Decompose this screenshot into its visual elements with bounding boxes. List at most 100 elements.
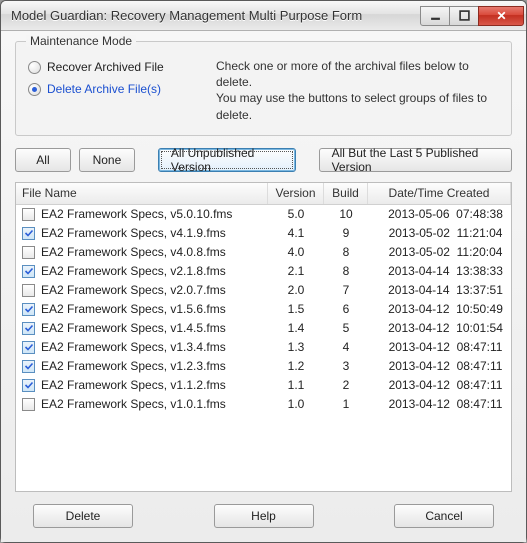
table-row[interactable]: EA2 Framework Specs, v2.1.8.fms 2.182013-… <box>16 262 511 281</box>
cell-build: 8 <box>324 264 368 278</box>
row-checkbox[interactable] <box>22 284 35 297</box>
row-checkbox[interactable] <box>22 398 35 411</box>
footer-buttons: Delete Help Cancel <box>15 504 512 528</box>
cell-version: 1.3 <box>268 340 324 354</box>
row-checkbox[interactable] <box>22 246 35 259</box>
row-checkbox[interactable] <box>22 322 35 335</box>
close-button[interactable] <box>478 6 524 26</box>
radio-label: Recover Archived File <box>47 60 164 74</box>
cell-filename: EA2 Framework Specs, v2.1.8.fms <box>41 264 226 278</box>
radio-label: Delete Archive File(s) <box>47 82 161 96</box>
window-title: Model Guardian: Recovery Management Mult… <box>11 8 421 23</box>
titlebar[interactable]: Model Guardian: Recovery Management Mult… <box>1 1 526 31</box>
table-row[interactable]: EA2 Framework Specs, v4.0.8.fms 4.082013-… <box>16 243 511 262</box>
cell-build: 3 <box>324 359 368 373</box>
client-area: Maintenance Mode Recover Archived File D… <box>1 31 526 542</box>
cancel-button[interactable]: Cancel <box>394 504 494 528</box>
instructions-line: Check one or more of the archival files … <box>216 58 499 90</box>
radio-group: Recover Archived File Delete Archive Fil… <box>28 56 198 123</box>
table-row[interactable]: EA2 Framework Specs, v1.5.6.fms 1.562013-… <box>16 300 511 319</box>
delete-button[interactable]: Delete <box>33 504 133 528</box>
radio-icon <box>28 83 41 96</box>
all-but-last5-button[interactable]: All But the Last 5 Published Version <box>319 148 512 172</box>
cell-build: 6 <box>324 302 368 316</box>
window-controls <box>421 6 524 26</box>
cell-datetime: 2013-04-12 10:50:49 <box>368 302 511 316</box>
file-table: File Name Version Build Date/Time Create… <box>15 182 512 492</box>
cell-datetime: 2013-05-06 07:48:38 <box>368 207 511 221</box>
row-checkbox[interactable] <box>22 360 35 373</box>
table-row[interactable]: EA2 Framework Specs, v1.3.4.fms 1.342013-… <box>16 338 511 357</box>
cell-version: 1.1 <box>268 378 324 392</box>
col-header-filename[interactable]: File Name <box>16 183 268 204</box>
cell-build: 1 <box>324 397 368 411</box>
row-checkbox[interactable] <box>22 379 35 392</box>
cell-datetime: 2013-04-12 08:47:11 <box>368 340 511 354</box>
cell-filename: EA2 Framework Specs, v1.1.2.fms <box>41 378 226 392</box>
col-header-build[interactable]: Build <box>324 183 368 204</box>
cell-build: 8 <box>324 245 368 259</box>
table-row[interactable]: EA2 Framework Specs, v5.0.10.fms 5.010201… <box>16 205 511 224</box>
all-button[interactable]: All <box>15 148 71 172</box>
cell-version: 1.0 <box>268 397 324 411</box>
cell-datetime: 2013-05-02 11:21:04 <box>368 226 511 240</box>
cell-datetime: 2013-04-14 13:38:33 <box>368 264 511 278</box>
none-button[interactable]: None <box>79 148 135 172</box>
row-checkbox[interactable] <box>22 208 35 221</box>
cell-filename: EA2 Framework Specs, v1.2.3.fms <box>41 359 226 373</box>
radio-recover-archived[interactable]: Recover Archived File <box>28 60 198 74</box>
cell-build: 7 <box>324 283 368 297</box>
cell-version: 1.5 <box>268 302 324 316</box>
cell-filename: EA2 Framework Specs, v1.3.4.fms <box>41 340 226 354</box>
window: Model Guardian: Recovery Management Mult… <box>0 0 527 543</box>
all-unpublished-button[interactable]: All Unpublished Version <box>158 148 296 172</box>
filter-button-row: All None All Unpublished Version All But… <box>15 148 512 172</box>
col-header-version[interactable]: Version <box>268 183 324 204</box>
cell-datetime: 2013-04-12 10:01:54 <box>368 321 511 335</box>
maximize-icon <box>459 10 470 21</box>
maximize-button[interactable] <box>449 6 479 26</box>
group-legend: Maintenance Mode <box>26 34 136 48</box>
cell-datetime: 2013-05-02 11:20:04 <box>368 245 511 259</box>
help-button[interactable]: Help <box>214 504 314 528</box>
cell-datetime: 2013-04-12 08:47:11 <box>368 397 511 411</box>
cell-version: 1.4 <box>268 321 324 335</box>
close-icon <box>496 10 507 21</box>
cell-datetime: 2013-04-12 08:47:11 <box>368 378 511 392</box>
cell-version: 4.0 <box>268 245 324 259</box>
row-checkbox[interactable] <box>22 227 35 240</box>
cell-filename: EA2 Framework Specs, v1.0.1.fms <box>41 397 226 411</box>
cell-filename: EA2 Framework Specs, v4.1.9.fms <box>41 226 226 240</box>
cell-datetime: 2013-04-14 13:37:51 <box>368 283 511 297</box>
table-row[interactable]: EA2 Framework Specs, v4.1.9.fms 4.192013-… <box>16 224 511 243</box>
cell-datetime: 2013-04-12 08:47:11 <box>368 359 511 373</box>
col-header-datetime[interactable]: Date/Time Created <box>368 183 511 204</box>
cell-filename: EA2 Framework Specs, v5.0.10.fms <box>41 207 232 221</box>
table-row[interactable]: EA2 Framework Specs, v1.2.3.fms 1.232013-… <box>16 357 511 376</box>
row-checkbox[interactable] <box>22 265 35 278</box>
cell-version: 1.2 <box>268 359 324 373</box>
row-checkbox[interactable] <box>22 303 35 316</box>
cell-filename: EA2 Framework Specs, v1.4.5.fms <box>41 321 226 335</box>
table-body: EA2 Framework Specs, v5.0.10.fms5.010201… <box>16 205 511 491</box>
cell-filename: EA2 Framework Specs, v1.5.6.fms <box>41 302 226 316</box>
cell-build: 9 <box>324 226 368 240</box>
row-checkbox[interactable] <box>22 341 35 354</box>
table-row[interactable]: EA2 Framework Specs, v1.4.5.fms 1.452013-… <box>16 319 511 338</box>
maintenance-mode-group: Maintenance Mode Recover Archived File D… <box>15 41 512 136</box>
minimize-icon <box>430 10 441 21</box>
cell-build: 10 <box>324 207 368 221</box>
cell-build: 4 <box>324 340 368 354</box>
cell-version: 4.1 <box>268 226 324 240</box>
minimize-button[interactable] <box>420 6 450 26</box>
cell-build: 5 <box>324 321 368 335</box>
cell-filename: EA2 Framework Specs, v4.0.8.fms <box>41 245 226 259</box>
cell-version: 2.0 <box>268 283 324 297</box>
table-row[interactable]: EA2 Framework Specs, v1.1.2.fms1.122013-… <box>16 376 511 395</box>
table-row[interactable]: EA2 Framework Specs, v2.0.7.fms 2.072013-… <box>16 281 511 300</box>
cell-version: 5.0 <box>268 207 324 221</box>
table-row[interactable]: EA2 Framework Specs, v1.0.1.fms 1.012013-… <box>16 395 511 414</box>
cell-version: 2.1 <box>268 264 324 278</box>
radio-delete-archive[interactable]: Delete Archive File(s) <box>28 82 198 96</box>
cell-filename: EA2 Framework Specs, v2.0.7.fms <box>41 283 226 297</box>
